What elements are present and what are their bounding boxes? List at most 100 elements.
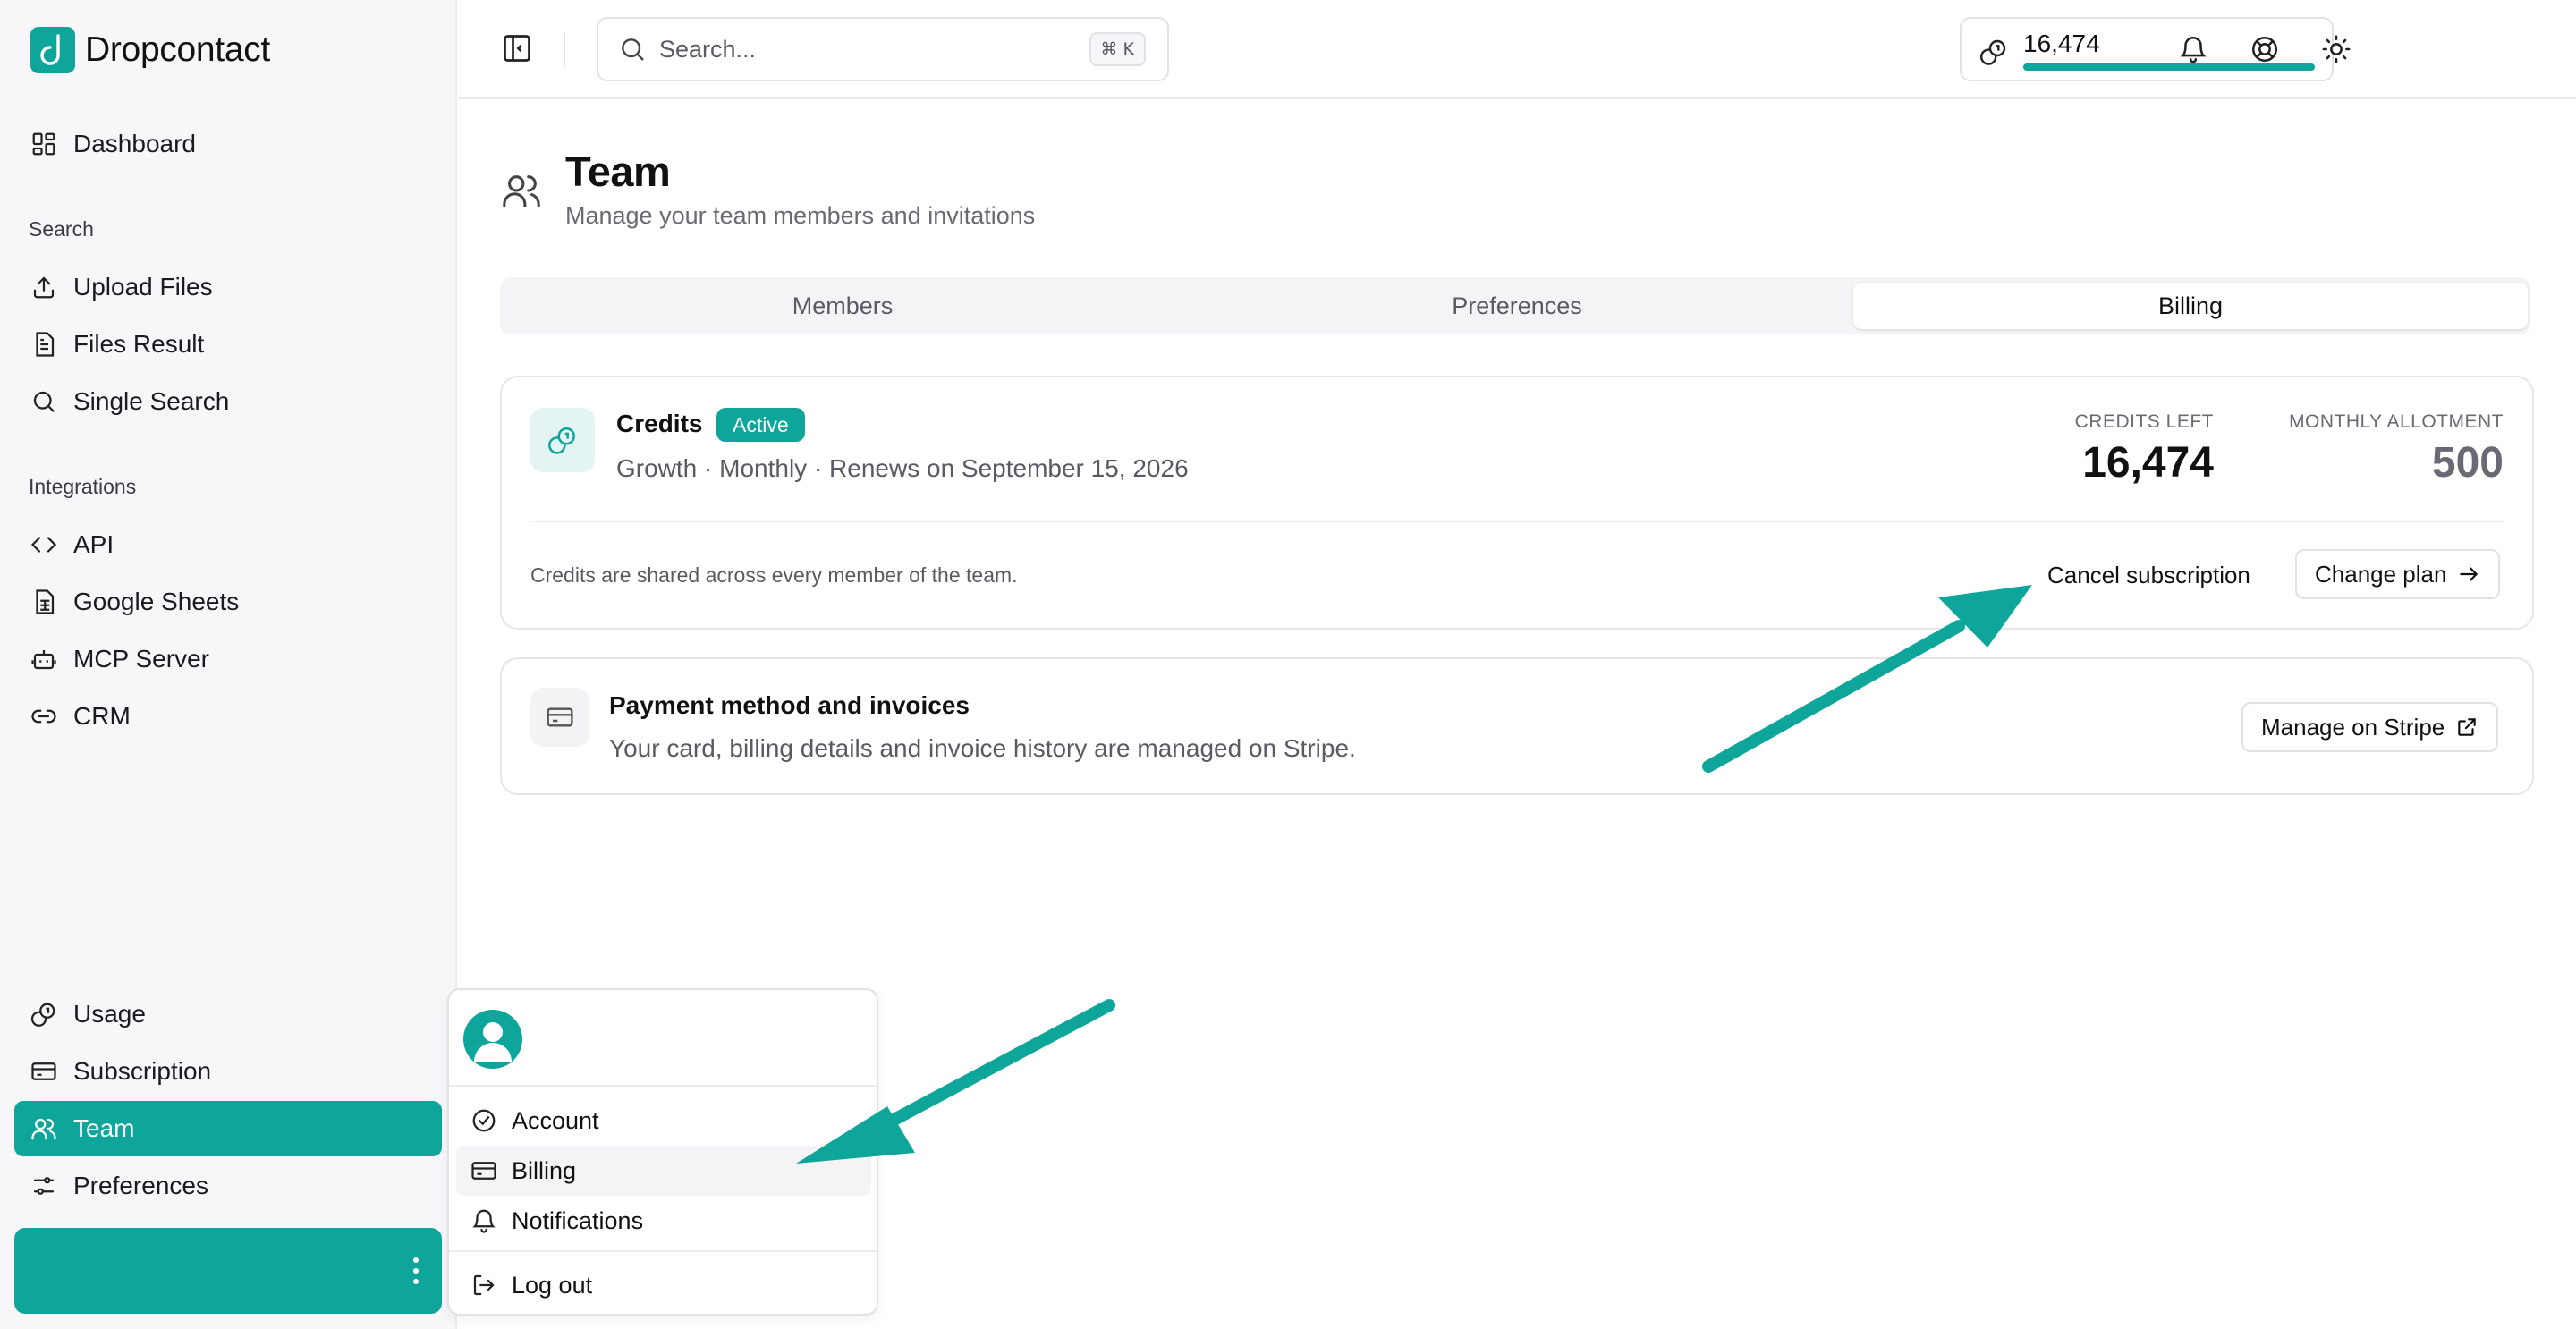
robot-icon — [31, 650, 56, 670]
code-icon — [30, 537, 57, 553]
tab-preferences[interactable]: Preferences — [1180, 283, 1854, 329]
payment-icon-tile — [530, 688, 589, 747]
menu-item-notifications[interactable]: Notifications — [456, 1196, 871, 1246]
cancel-subscription-button[interactable]: Cancel subscription — [2047, 562, 2250, 589]
credit-card-icon — [31, 1062, 56, 1080]
sidebar-item-team[interactable]: Team — [14, 1101, 442, 1156]
credits-note: Credits are shared across every member o… — [530, 563, 1018, 587]
sidebar-item-label: Google Sheets — [73, 588, 240, 615]
sidebar-item-subscription[interactable]: Subscription — [14, 1044, 442, 1099]
credits-progress-fill — [2023, 63, 2315, 71]
search-icon — [33, 391, 55, 413]
monthly-allotment-value: 500 — [2431, 439, 2504, 487]
menu-divider — [449, 1085, 877, 1087]
team-tabs: Members Preferences Billing — [500, 277, 2530, 334]
dashboard-icon — [32, 132, 55, 156]
credits-progress-bar — [2023, 63, 2315, 71]
sidebar-item-preferences[interactable]: Preferences — [14, 1158, 442, 1214]
sidebar-item-mcp-server[interactable]: MCP Server — [14, 631, 442, 687]
more-vertical-icon[interactable] — [411, 1256, 420, 1286]
search-shortcut: ⌘ K — [1089, 32, 1146, 66]
logo[interactable]: Dropcontact — [30, 27, 270, 73]
external-link-icon — [2458, 718, 2476, 736]
sidebar-item-usage[interactable]: Usage — [14, 986, 442, 1042]
badge-check-icon — [472, 1109, 496, 1132]
bell-icon — [472, 1209, 496, 1233]
sidebar-item-upload-files[interactable]: Upload Files — [14, 259, 442, 315]
payment-subtitle: Your card, billing details and invoice h… — [609, 734, 1356, 762]
sidebar-item-label: Dashboard — [73, 130, 196, 157]
sidebar-item-label: MCP Server — [73, 645, 209, 673]
change-plan-label: Change plan — [2315, 560, 2447, 588]
global-search[interactable]: ⌘ K — [597, 17, 1169, 81]
menu-item-account[interactable]: Account — [456, 1096, 871, 1146]
file-icon — [36, 332, 55, 357]
manage-on-stripe-button[interactable]: Manage on Stripe — [2241, 702, 2499, 752]
tab-members[interactable]: Members — [505, 283, 1180, 329]
plan-details: Growth · Monthly · Renews on September 1… — [616, 454, 1189, 482]
logout-icon — [473, 1274, 495, 1296]
credits-icon-tile — [530, 408, 595, 472]
help-lifebuoy-icon[interactable] — [2250, 34, 2280, 64]
sidebar-item-api[interactable]: API — [14, 517, 442, 572]
credits-title: Credits — [616, 410, 703, 437]
users-icon — [503, 175, 540, 207]
page-title: Team — [565, 148, 671, 195]
sidebar-item-label: CRM — [73, 702, 131, 730]
sidebar-item-label: Single Search — [73, 387, 230, 415]
coins-icon — [1980, 39, 2006, 65]
sidebar-item-google-sheets[interactable]: Google Sheets — [14, 574, 442, 630]
sidebar-section-search: Search — [29, 217, 94, 241]
card-divider — [530, 521, 2504, 522]
sidebar-item-files-result[interactable]: Files Result — [14, 317, 442, 372]
sidebar-toggle-icon[interactable] — [501, 32, 533, 64]
credits-card: Credits Active Growth · Monthly · Renews… — [500, 376, 2534, 630]
page-subtitle: Manage your team members and invitations — [565, 202, 1036, 229]
menu-item-label: Account — [512, 1106, 599, 1134]
change-plan-button[interactable]: Change plan — [2295, 549, 2501, 599]
menu-divider — [449, 1250, 877, 1252]
arrow-right-icon — [2460, 567, 2479, 581]
menu-item-label: Notifications — [512, 1206, 644, 1234]
sidebar-item-crm[interactable]: CRM — [14, 689, 442, 744]
spreadsheet-icon — [36, 589, 55, 614]
sliders-icon — [33, 1177, 55, 1195]
sidebar-item-label: Upload Files — [73, 273, 213, 301]
user-account-bar[interactable] — [14, 1228, 442, 1314]
coins-icon — [548, 427, 576, 454]
credits-left-value: 16,474 — [2082, 439, 2214, 487]
sun-icon[interactable] — [2321, 34, 2351, 64]
sidebar-item-single-search[interactable]: Single Search — [14, 374, 442, 429]
app-name: Dropcontact — [85, 30, 270, 69]
payment-title: Payment method and invoices — [609, 691, 970, 719]
menu-item-label: Log out — [512, 1271, 593, 1299]
credit-card-icon — [547, 707, 573, 727]
coins-icon — [30, 1003, 55, 1027]
user-menu: Account Billing Notifications Log out — [447, 988, 878, 1316]
credits-left-label: CREDITS LEFT — [2074, 411, 2214, 432]
avatar — [463, 1010, 522, 1069]
users-icon — [31, 1118, 56, 1140]
payment-card: Payment method and invoices Your card, b… — [500, 657, 2534, 795]
link-icon — [31, 709, 56, 724]
menu-item-logout[interactable]: Log out — [456, 1260, 871, 1310]
tab-billing[interactable]: Billing — [1853, 283, 2528, 329]
search-input[interactable] — [659, 35, 1053, 63]
sidebar-item-label: Files Result — [73, 330, 205, 358]
menu-item-label: Billing — [512, 1156, 577, 1184]
top-bar: ⌘ K 16,474 — [458, 0, 2576, 99]
sidebar-item-label: API — [73, 530, 114, 558]
sidebar-item-label: Team — [73, 1114, 135, 1142]
bell-icon[interactable] — [2178, 34, 2208, 64]
sidebar-item-label: Preferences — [73, 1172, 208, 1199]
manage-on-stripe-label: Manage on Stripe — [2261, 713, 2445, 741]
credits-value: 16,474 — [2023, 30, 2100, 57]
menu-item-billing[interactable]: Billing — [456, 1146, 871, 1196]
sidebar-item-dashboard[interactable]: Dashboard — [14, 116, 442, 172]
sidebar-item-label: Usage — [73, 1000, 146, 1028]
sidebar-section-integrations: Integrations — [29, 475, 137, 498]
credit-card-icon — [471, 1162, 496, 1180]
sidebar-item-label: Subscription — [73, 1057, 212, 1085]
toolbar-divider — [564, 32, 565, 68]
status-badge: Active — [716, 408, 805, 442]
